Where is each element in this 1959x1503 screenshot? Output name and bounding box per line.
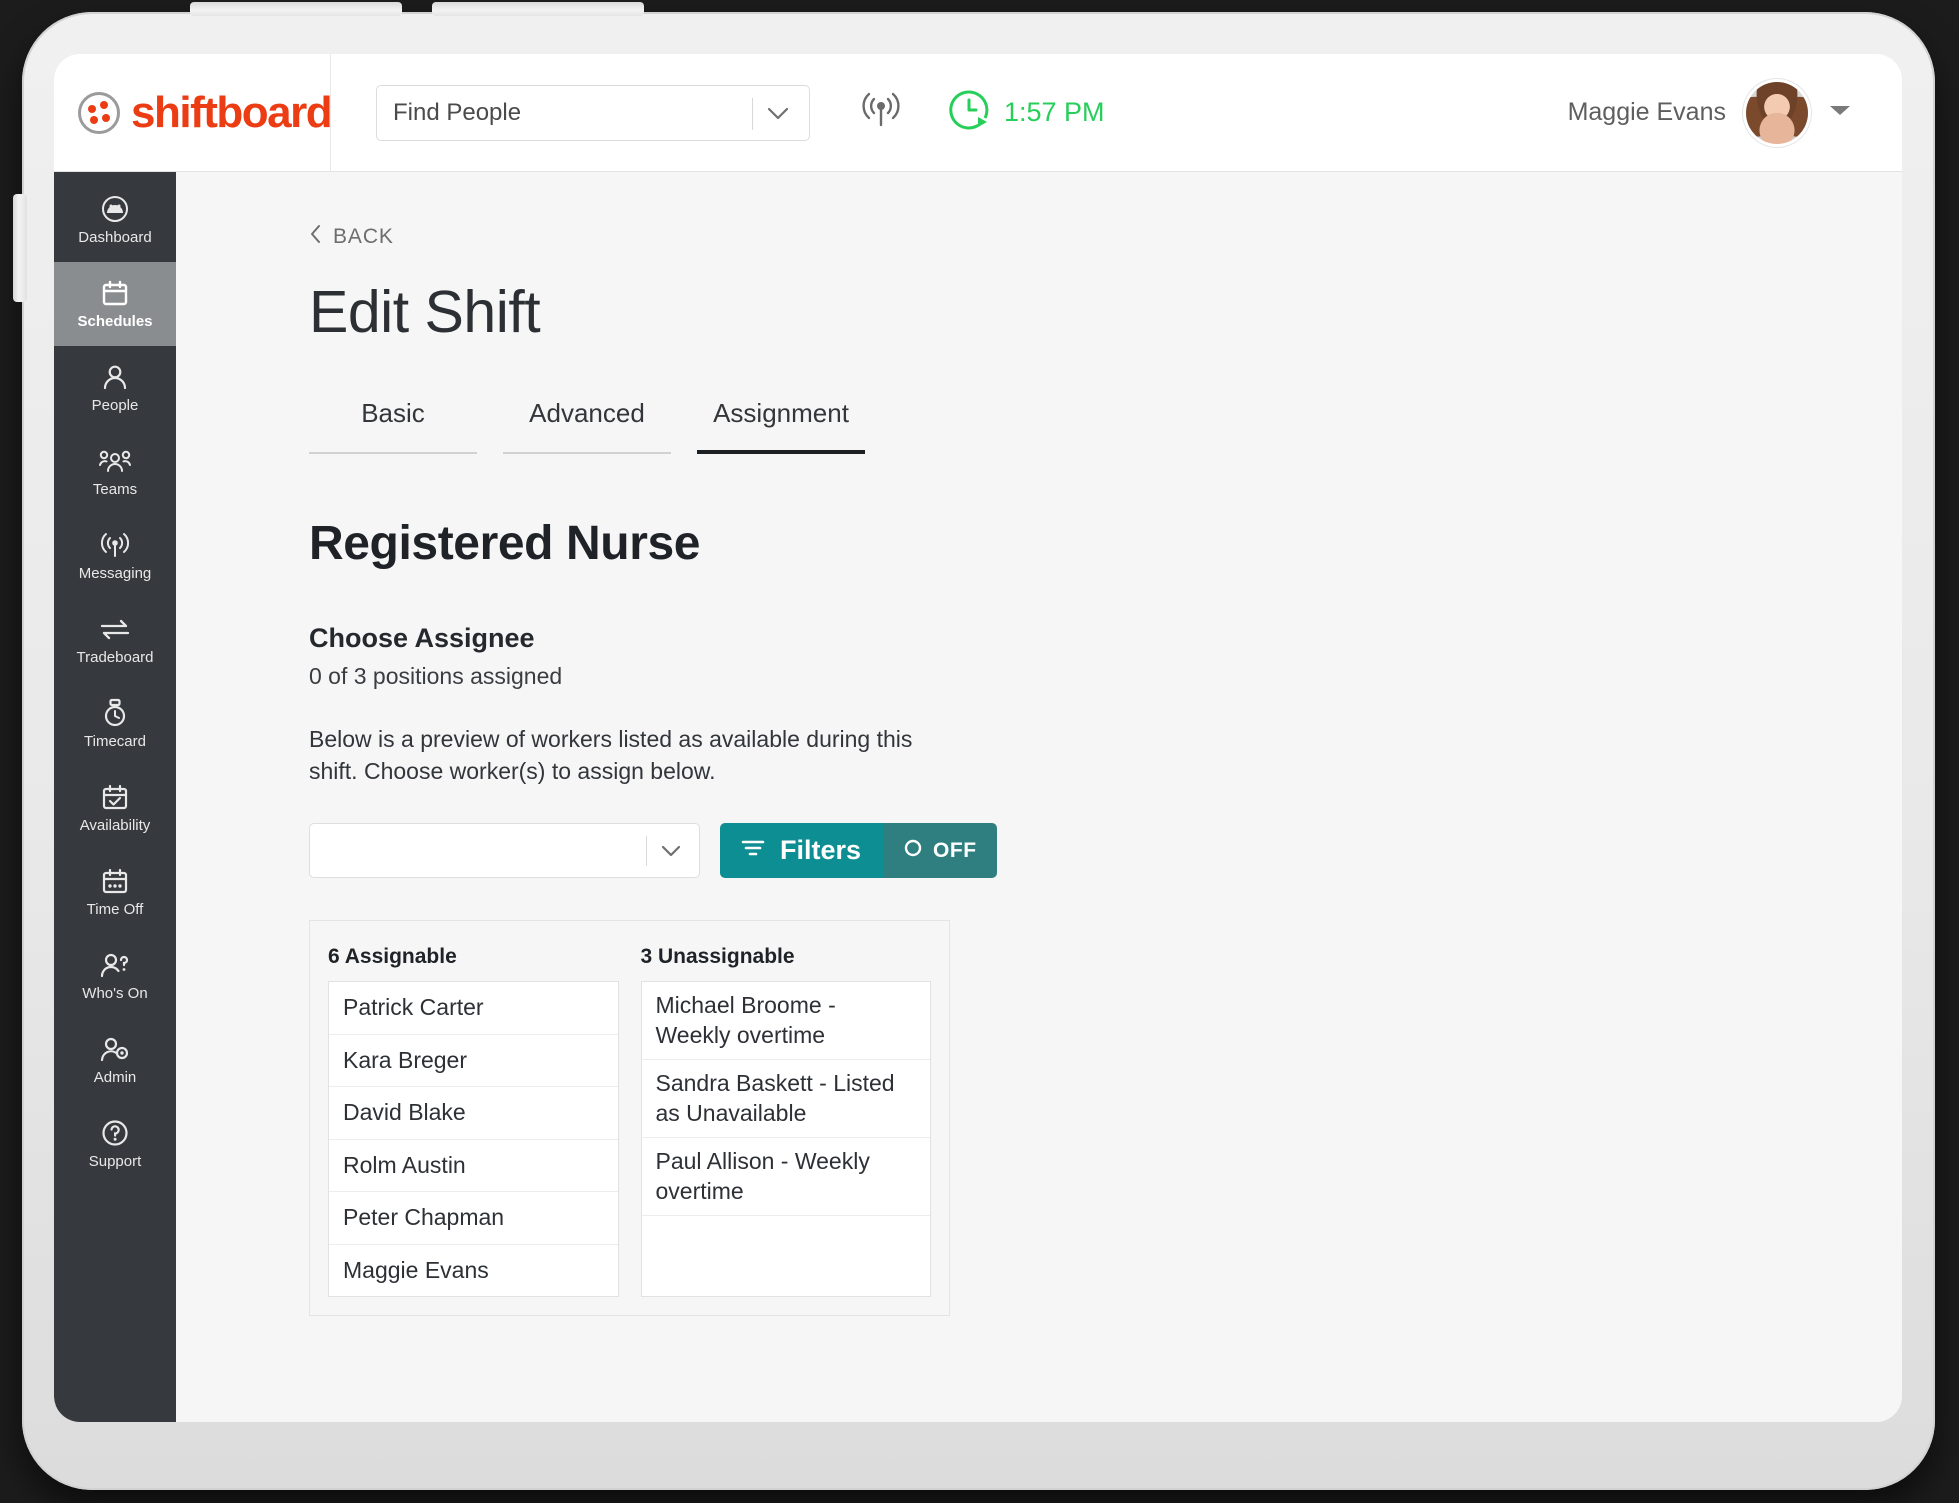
chevron-down-icon <box>765 104 791 129</box>
person-gear-icon <box>100 1035 130 1063</box>
assignable-column: 6 Assignable Patrick Carter Kara Breger … <box>328 945 619 1298</box>
back-label: BACK <box>333 225 394 248</box>
sidebar-item-label: Dashboard <box>78 229 152 246</box>
sidebar-item-label: Support <box>88 1153 142 1170</box>
tab-assignment[interactable]: Assignment <box>697 398 865 454</box>
sidebar-item-time-off[interactable]: Time Off <box>54 850 176 934</box>
filter-lines-icon <box>740 835 766 866</box>
sidebar-item-label: Time Off <box>86 901 144 918</box>
assignable-heading: 6 Assignable <box>328 945 457 969</box>
page-title: Edit Shift <box>309 279 541 345</box>
sidebar-item-label: Teams <box>92 481 138 498</box>
user-name: Maggie Evans <box>1567 98 1726 126</box>
select-divider <box>752 97 753 130</box>
find-people-value: Find People <box>393 98 522 126</box>
calendar-check-icon <box>101 783 129 811</box>
worker-select[interactable] <box>309 823 700 879</box>
unassignable-heading: 3 Unassignable <box>640 945 795 969</box>
broadcast-antenna-icon[interactable] <box>858 89 904 136</box>
list-item[interactable]: Peter Chapman <box>329 1192 618 1245</box>
gauge-icon <box>100 195 130 223</box>
preview-description: Below is a preview of workers listed as … <box>309 726 913 784</box>
assignable-list[interactable]: Patrick Carter Kara Breger David Blake R… <box>328 981 619 1298</box>
sidebar-item-schedules[interactable]: Schedules <box>54 262 176 346</box>
person-question-icon <box>100 951 130 979</box>
sidebar-item-label: Timecard <box>84 733 146 750</box>
calendar-icon <box>101 279 129 307</box>
sidebar-item-tradeboard[interactable]: Tradeboard <box>54 598 176 682</box>
clock-time: 1:57 PM <box>1004 97 1105 127</box>
controls-row: Filters OFF <box>309 823 1902 879</box>
list-item[interactable]: Kara Breger <box>329 1035 618 1088</box>
clock-play-icon <box>948 89 990 136</box>
back-link[interactable]: BACK <box>309 224 394 250</box>
positions-assigned-status: 0 of 3 positions assigned <box>309 663 563 689</box>
sidebar-item-label: Who's On <box>82 985 148 1002</box>
list-item[interactable]: Rolm Austin <box>329 1140 618 1193</box>
chevron-down-icon[interactable] <box>1828 102 1852 123</box>
sidebar-item-admin[interactable]: Admin <box>54 1018 176 1102</box>
list-item[interactable]: Maggie Evans <box>329 1245 618 1297</box>
clock-widget[interactable]: 1:57 PM <box>948 89 1105 136</box>
list-item[interactable]: Patrick Carter <box>329 982 618 1035</box>
main-content: BACK Edit Shift Basic Advanced Assignmen… <box>176 172 1902 1422</box>
tablet-device-frame: shiftboard Find People 1:57 PM Maggie Ev… <box>13 2 1935 1490</box>
sidebar-item-teams[interactable]: Teams <box>54 430 176 514</box>
list-item[interactable]: David Blake <box>329 1087 618 1140</box>
sidebar-item-dashboard[interactable]: Dashboard <box>54 178 176 262</box>
sidebar-nav: Dashboard Schedules People Teams Messagi… <box>54 172 176 1422</box>
sidebar-item-whos-on[interactable]: Who's On <box>54 934 176 1018</box>
role-title: Registered Nurse <box>309 517 701 570</box>
stopwatch-icon <box>101 698 129 727</box>
chevron-down-icon <box>659 842 683 865</box>
calendar-dots-icon <box>101 867 129 895</box>
list-item: Michael Broome - Weekly overtime <box>641 982 930 1061</box>
find-people-select[interactable]: Find People <box>376 84 810 141</box>
filters-label: Filters <box>780 835 862 866</box>
brand-logo[interactable]: shiftboard <box>54 54 333 172</box>
sidebar-item-messaging[interactable]: Messaging <box>54 514 176 598</box>
sidebar-item-label: People <box>91 397 139 414</box>
power-button[interactable] <box>13 194 27 302</box>
tab-advanced[interactable]: Advanced <box>503 398 671 454</box>
sidebar-item-people[interactable]: People <box>54 346 176 430</box>
sidebar-item-label: Availability <box>79 817 151 834</box>
select-divider <box>646 836 647 867</box>
question-circle-icon <box>101 1119 129 1147</box>
brand-wordmark: shiftboard <box>131 87 333 137</box>
filters-toggle-label: OFF <box>933 838 977 862</box>
power-circle-icon <box>903 838 923 864</box>
tab-bar: Basic Advanced Assignment <box>309 398 1902 454</box>
list-item: Paul Allison - Weekly overtime <box>641 1138 930 1217</box>
worker-lists-panel: 6 Assignable Patrick Carter Kara Breger … <box>309 920 950 1317</box>
unassignable-column: 3 Unassignable Michael Broome - Weekly o… <box>640 945 931 1298</box>
broadcast-icon <box>100 531 130 559</box>
choose-assignee-heading: Choose Assignee <box>309 623 535 653</box>
list-item: Sandra Baskett - Listed as Unavailable <box>641 1060 930 1139</box>
user-menu[interactable]: Maggie Evans <box>1567 81 1852 144</box>
sidebar-item-availability[interactable]: Availability <box>54 766 176 850</box>
top-bar: shiftboard Find People 1:57 PM Maggie Ev… <box>54 54 1902 172</box>
sidebar-item-label: Messaging <box>78 565 152 582</box>
sidebar-item-timecard[interactable]: Timecard <box>54 682 176 766</box>
chevron-left-icon <box>309 224 323 250</box>
sidebar-item-label: Admin <box>93 1069 137 1086</box>
filters-button[interactable]: Filters OFF <box>720 823 997 879</box>
sidebar-item-support[interactable]: Support <box>54 1102 176 1186</box>
person-icon <box>101 363 129 391</box>
people-group-icon <box>99 447 131 475</box>
volume-down-button[interactable] <box>432 2 644 16</box>
shiftboard-dots-logo-icon <box>78 91 120 134</box>
filters-main[interactable]: Filters <box>720 823 884 879</box>
unassignable-list: Michael Broome - Weekly overtime Sandra … <box>640 981 931 1298</box>
filters-toggle[interactable]: OFF <box>883 823 997 879</box>
sidebar-item-label: Tradeboard <box>76 649 154 666</box>
volume-up-button[interactable] <box>190 2 402 16</box>
tablet-screen: shiftboard Find People 1:57 PM Maggie Ev… <box>54 54 1902 1422</box>
avatar <box>1746 81 1808 144</box>
tab-basic[interactable]: Basic <box>309 398 477 454</box>
swap-arrows-icon <box>99 615 131 643</box>
sidebar-item-label: Schedules <box>77 313 153 330</box>
